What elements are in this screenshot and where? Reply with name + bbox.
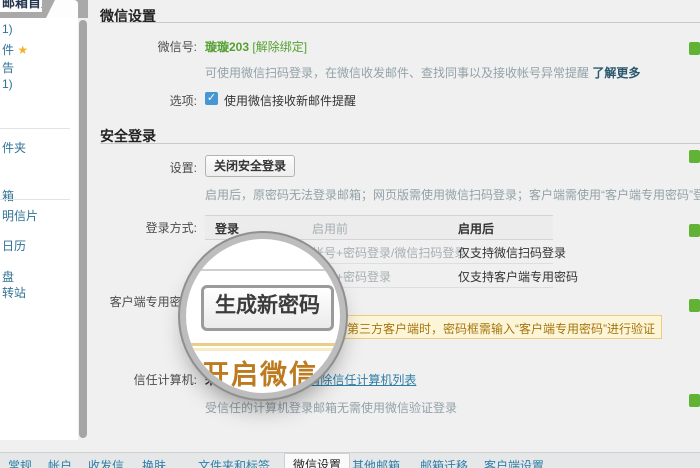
unbind-link[interactable]: [解除绑定] <box>252 40 307 54</box>
wechat-id-label: 微信号: <box>87 38 197 55</box>
sidebar-item-disk[interactable]: 盘 <box>2 268 14 285</box>
section-divider <box>100 143 700 144</box>
green-marker <box>689 299 700 312</box>
options-label: 选项: <box>87 92 197 109</box>
secure-login-note: 启用后，原密码无法登录邮箱；网页版需使用微信扫码登录；客户端需使用“客户端专用密… <box>205 186 700 203</box>
sidebar-item-mailbox[interactable]: 箱 <box>2 187 14 204</box>
client-password-notice: 第三方客户端时，密码框需输入“客户端专用密码”进行验证 <box>300 315 662 339</box>
close-secure-login-button[interactable]: 关闭安全登录 <box>205 155 295 177</box>
sidebar-tab-header: 邮箱首页 <box>0 0 88 18</box>
tab-general[interactable]: 常规 <box>8 457 32 468</box>
tab-wechat-settings[interactable]: 微信设置 <box>284 453 350 468</box>
cell-web-after: 仅支持微信扫码登录 <box>458 244 566 261</box>
green-marker <box>689 150 700 163</box>
cell-web-before: 帐号+密码登录/微信扫码登录 <box>312 244 466 261</box>
tab-account[interactable]: 帐户 <box>48 457 72 468</box>
section-title-wechat: 微信设置 <box>100 6 156 26</box>
sidebar-tab-label: 邮箱首页 <box>2 0 42 11</box>
table-header-row: 登录 启用前 启用后 <box>205 215 553 240</box>
col-header-login: 登录 <box>215 220 239 237</box>
magnifier-overlay: 生成新密码 开启微信 <box>186 239 340 393</box>
section-divider <box>100 22 700 23</box>
sidebar-active-tab[interactable]: 邮箱首页 <box>0 0 42 12</box>
sidebar-item-postcard[interactable]: 明信片 <box>2 207 38 224</box>
sidebar-item-drafts[interactable]: 1) <box>2 77 13 91</box>
folder-sidebar: 1) 件 ★ 告 1) 件夹 箱 明信片 日历 盘 转站 <box>0 18 78 440</box>
trusted-note: 受信任的计算机登录邮箱无需使用微信验证登录 <box>205 399 457 416</box>
tab-client-setup[interactable]: 客户端设置 <box>484 457 544 468</box>
tab-folders-labels[interactable]: 文件夹和标签 <box>198 457 270 468</box>
settings-label: 设置: <box>87 159 197 176</box>
generate-password-button[interactable]: 生成新密码 <box>201 285 334 331</box>
green-marker <box>689 42 700 55</box>
green-marker <box>689 394 700 407</box>
star-icon: ★ <box>17 43 28 57</box>
settings-page: 邮箱首页 1) 件 ★ 告 1) 件夹 箱 明信片 日历 盘 转站 微信设置 微… <box>0 0 700 468</box>
sidebar-next-tab[interactable] <box>46 0 78 18</box>
settings-tab-bar: 常规 帐户 收发信 换肤 文件夹和标签 微信设置 其他邮箱 邮箱迁移 客户端设置 <box>0 452 700 468</box>
sidebar-scrollbar[interactable] <box>79 20 87 438</box>
sidebar-item-folders[interactable]: 件夹 <box>2 139 26 156</box>
tab-send-receive[interactable]: 收发信 <box>88 457 124 468</box>
sidebar-item-calendar[interactable]: 日历 <box>2 237 26 254</box>
col-header-after: 启用后 <box>458 220 494 237</box>
notice-text: 第三方客户端时，密码框需输入“客户端专用密码”进行验证 <box>347 320 655 337</box>
sidebar-divider <box>0 199 70 200</box>
magnified-table-border <box>186 269 340 271</box>
login-method-label: 登录方式: <box>87 219 197 236</box>
wechat-id-value: 璇璇203 <box>205 40 249 54</box>
magnified-notice-border <box>186 343 340 346</box>
tab-other-mailbox[interactable]: 其他邮箱 <box>352 457 400 468</box>
magnified-notice-border <box>186 348 340 351</box>
trusted-computer-label: 信任计算机: <box>87 371 197 388</box>
tab-skin[interactable]: 换肤 <box>142 457 166 468</box>
col-header-before: 启用前 <box>312 220 348 237</box>
sidebar-item-label: 件 <box>2 43 14 57</box>
green-marker <box>689 224 700 237</box>
clear-trusted-link[interactable]: 清除信任计算机列表 <box>308 373 416 387</box>
tab-mail-migrate[interactable]: 邮箱迁移 <box>420 457 468 468</box>
sidebar-item-transfer[interactable]: 转站 <box>2 284 26 301</box>
sidebar-item-inbox[interactable]: 1) <box>2 22 13 36</box>
sidebar-item-starred[interactable]: 件 ★ <box>2 41 28 58</box>
sidebar-divider <box>0 128 70 129</box>
checkbox-label: 使用微信接收新邮件提醒 <box>224 92 356 109</box>
learn-more-link[interactable]: 了解更多 <box>592 66 640 80</box>
wechat-notify-checkbox[interactable]: ✓ <box>205 92 218 105</box>
magnified-notice-text: 开启微信 <box>202 353 318 392</box>
cell-client-after: 仅支持客户端专用密码 <box>458 268 578 285</box>
sidebar-item-ads[interactable]: 告 <box>2 59 14 76</box>
wechat-description: 可使用微信扫码登录，在微信收发邮件、查找同事以及接收帐号异常提醒 <box>205 66 589 80</box>
client-password-label: 客户端专用密码: <box>87 293 197 310</box>
